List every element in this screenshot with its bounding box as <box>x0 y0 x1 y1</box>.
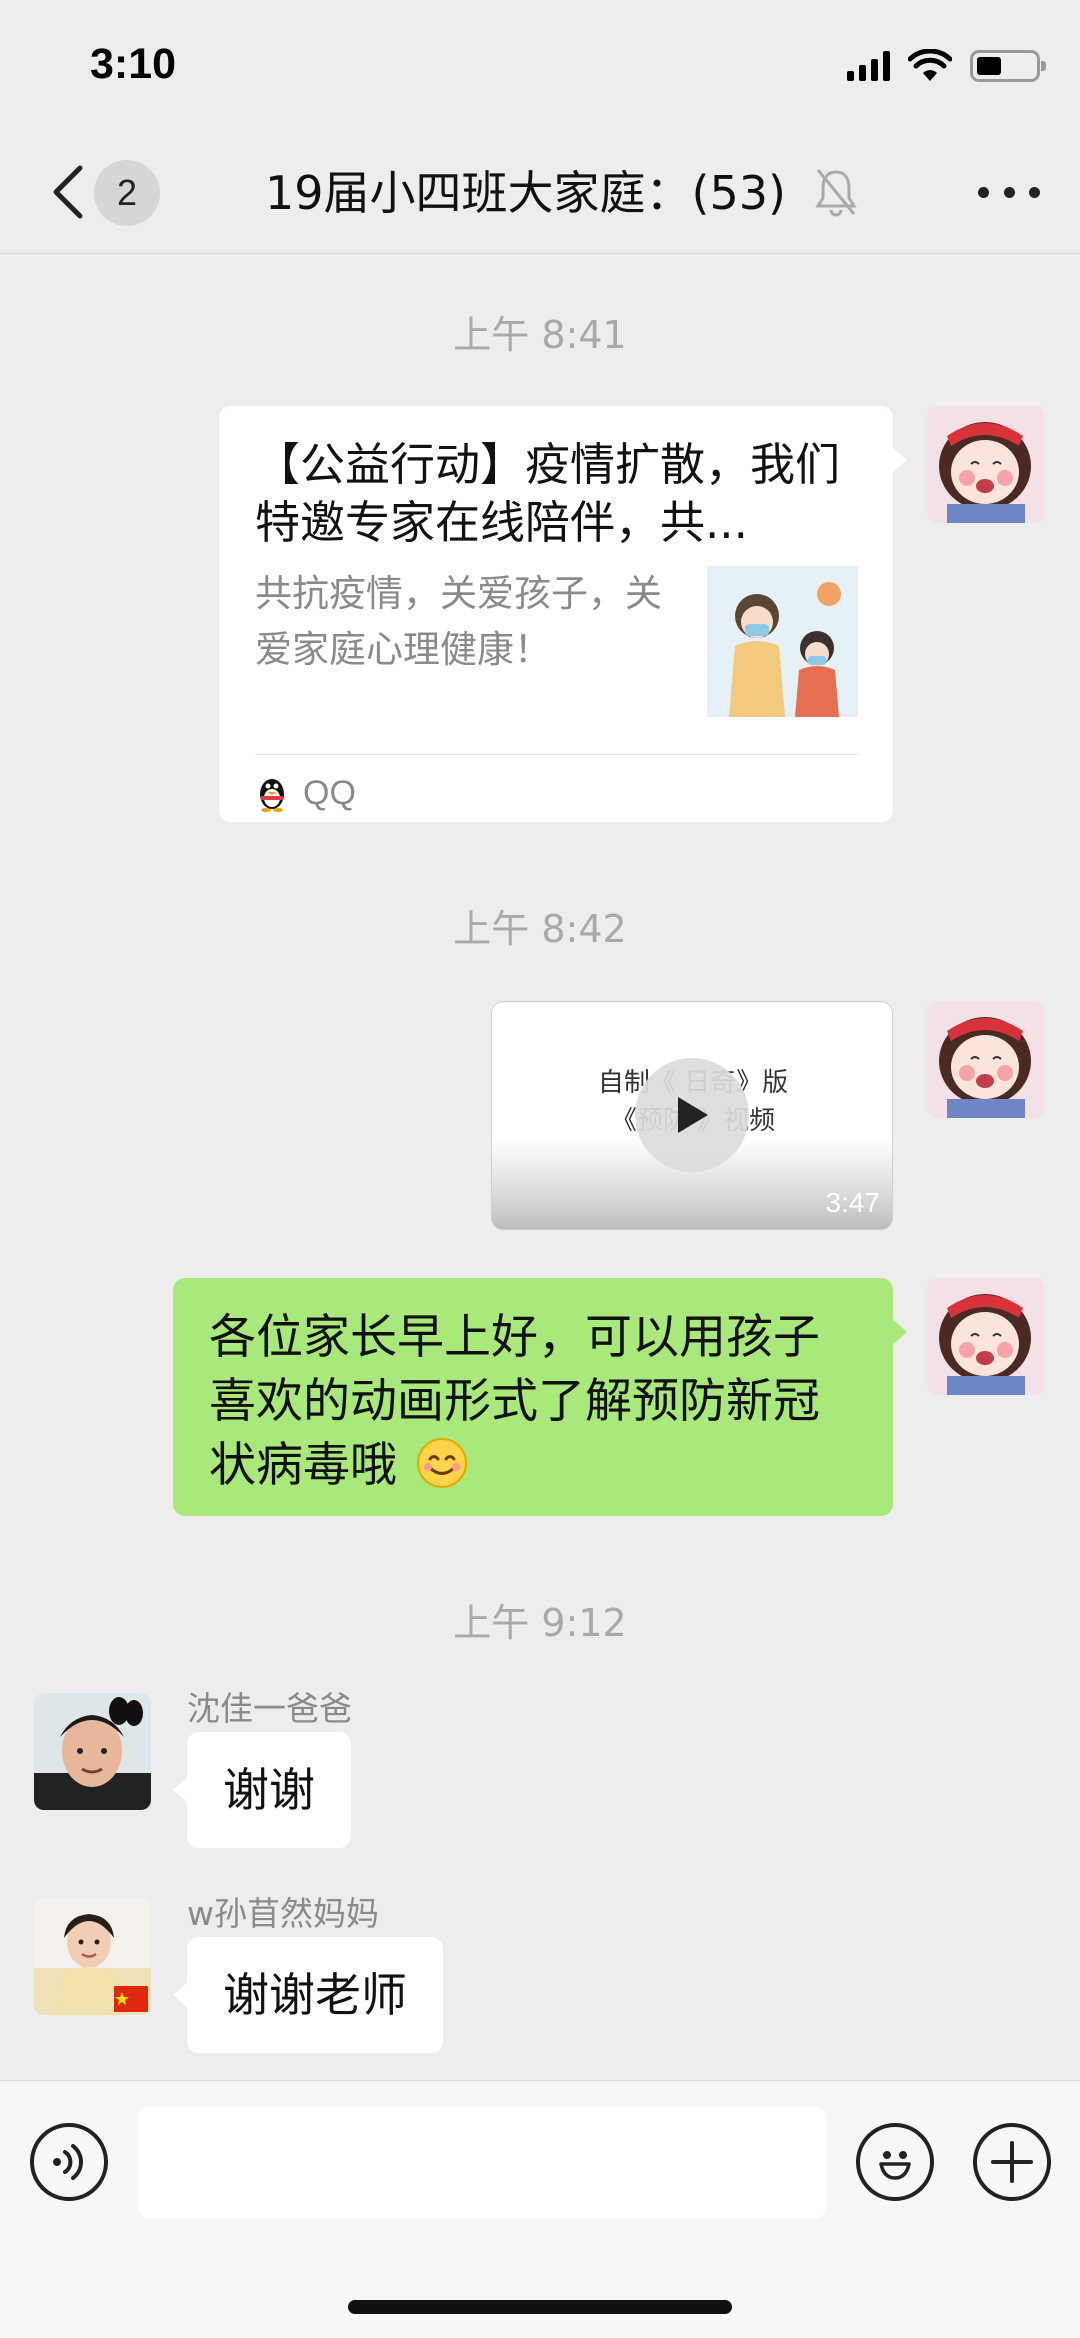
battery-icon <box>970 50 1046 82</box>
text-message-other[interactable]: 谢谢老师 <box>173 1937 443 2053</box>
home-indicator <box>348 2300 732 2314</box>
status-icons <box>847 46 1046 86</box>
play-button[interactable] <box>635 1058 749 1172</box>
card-description: 共抗疫情，关爱孩子，关爱家庭心理健康！ <box>255 572 662 671</box>
unread-badge[interactable]: 2 <box>94 160 160 226</box>
emoji-button[interactable] <box>856 2123 934 2201</box>
mute-bell-icon <box>815 169 857 217</box>
card-divider <box>255 754 859 755</box>
qq-penguin-icon <box>260 779 284 812</box>
voice-button[interactable] <box>30 2123 108 2201</box>
plus-button[interactable] <box>973 2123 1051 2201</box>
signal-icon <box>847 51 890 81</box>
sender-name: 沈佳一爸爸 <box>187 1689 352 1728</box>
avatar[interactable] <box>927 406 1044 523</box>
card-thumbnail <box>707 566 858 717</box>
plus-icon <box>991 2141 1033 2183</box>
status-bar: 3:10 <box>0 0 1080 130</box>
wifi-icon <box>908 49 952 81</box>
message-text: 各位家长早上好，可以用孩子喜欢的动画形式了解预防新冠状病毒哦 <box>209 1310 820 1493</box>
chat-title: 19届小四班大家庭：(53) <box>265 166 786 220</box>
message-input[interactable] <box>139 2107 826 2219</box>
timestamp: 上午 9:12 <box>453 1601 627 1645</box>
avatar[interactable] <box>927 1001 1044 1118</box>
avatar[interactable] <box>34 1693 151 1810</box>
more-button[interactable] <box>978 166 1040 218</box>
sender-name: w孙苜然妈妈 <box>187 1894 379 1933</box>
back-icon[interactable] <box>40 160 100 224</box>
avatar[interactable] <box>34 1898 151 2015</box>
text-message-other[interactable]: 谢谢 <box>173 1732 351 1848</box>
video-duration: 3:47 <box>825 1187 881 1218</box>
link-card-message[interactable]: 【公益行动】疫情扩散，我们特邀专家在线陪伴，共... 共抗疫情，关爱孩子，关爱家… <box>219 406 907 822</box>
card-source-label: QQ <box>303 773 356 812</box>
timestamp: 上午 8:42 <box>453 907 627 951</box>
card-source: QQ <box>255 764 356 822</box>
avatar[interactable] <box>927 1278 1044 1395</box>
play-icon <box>678 1097 708 1133</box>
emoji-icon <box>879 2151 911 2180</box>
timestamp: 上午 8:41 <box>453 313 627 357</box>
smile-emoji <box>416 1438 467 1488</box>
voice-icon <box>53 2144 83 2180</box>
text-message-self[interactable]: 各位家长早上好，可以用孩子喜欢的动画形式了解预防新冠状病毒哦 <box>173 1278 907 1516</box>
card-title: 【公益行动】疫情扩散，我们特邀专家在线陪伴，共... <box>255 438 841 549</box>
chat-header: 2 19届小四班大家庭：(53) <box>0 130 1080 254</box>
video-message[interactable]: 自制《 日奇》版 《预防 》视频 3:47 <box>491 1001 893 1230</box>
status-time: 3:10 <box>90 40 177 88</box>
